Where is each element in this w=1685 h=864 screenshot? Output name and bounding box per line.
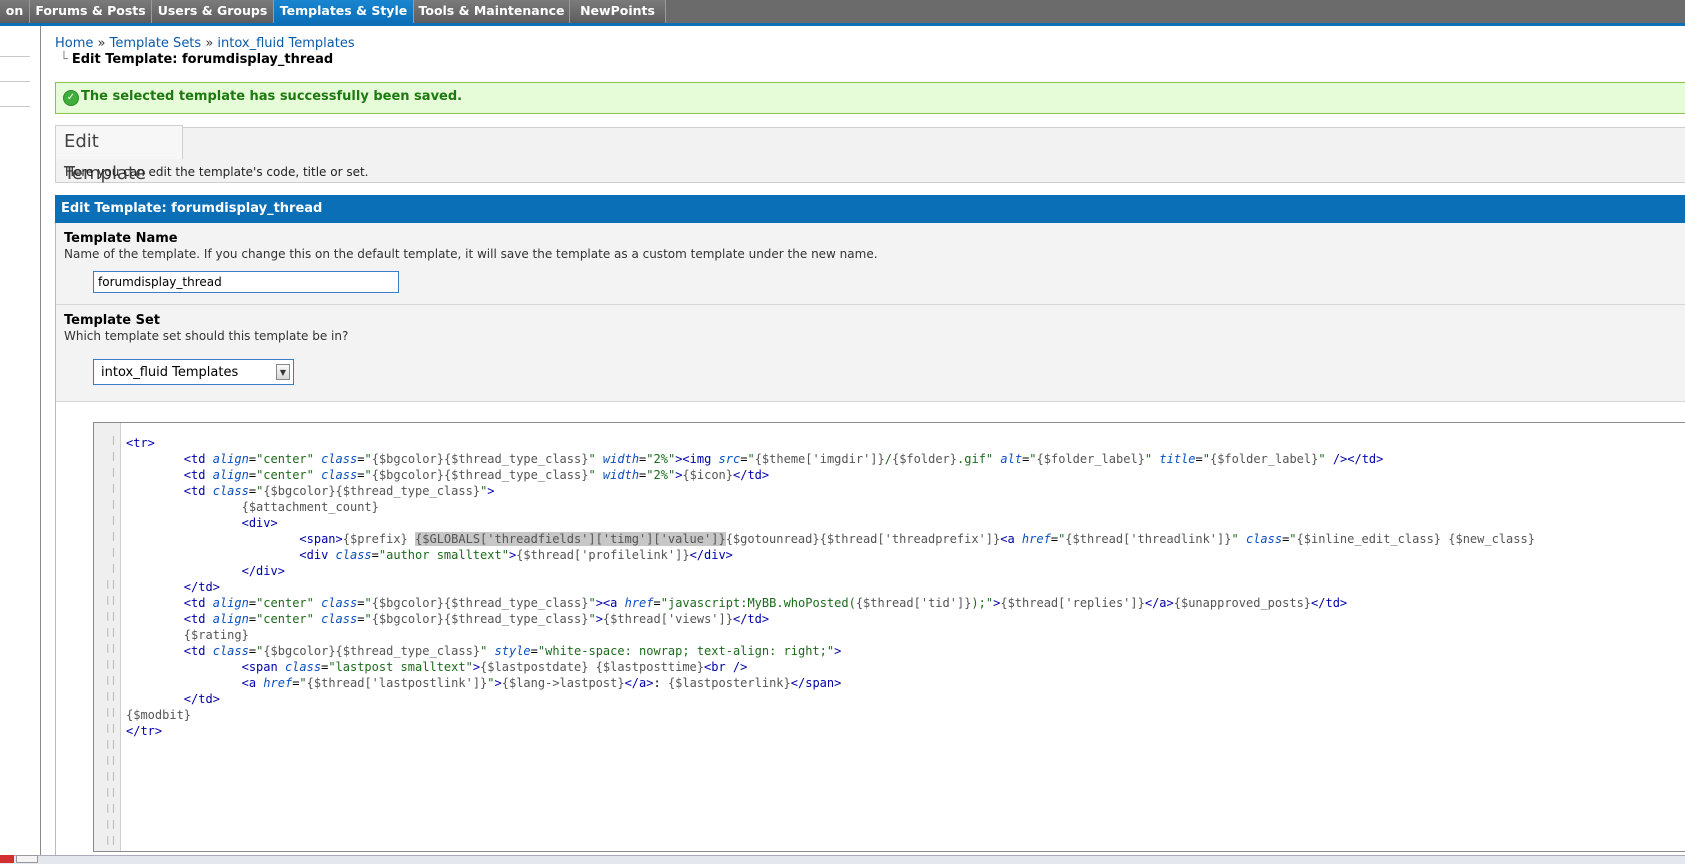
gutter-tick: || — [105, 772, 116, 782]
breadcrumb-separator: » — [93, 36, 110, 51]
template-code-editor[interactable]: | | | | | | | | | || || || || || || || |… — [93, 422, 1685, 852]
code-line: <span class="lastpost smalltext">{$lastp… — [241, 660, 748, 674]
code-line: {$modbit} — [126, 708, 192, 722]
breadcrumb-template-group[interactable]: intox_fluid Templates — [217, 36, 354, 51]
gutter-tick: || — [105, 724, 116, 734]
gutter-tick: || — [105, 580, 116, 590]
gutter-tick: || — [105, 596, 116, 606]
chevron-down-icon[interactable]: ▼ — [276, 364, 290, 380]
code-line: {$rating} — [183, 628, 249, 642]
tab-newpoints[interactable]: NewPoints — [570, 0, 666, 23]
breadcrumb-home[interactable]: Home — [55, 36, 93, 51]
template-set-row: Template Set Which template set should t… — [56, 305, 1685, 402]
code-line: <td align="center" class="{$bgcolor}{$th… — [183, 612, 770, 626]
taskbar-item[interactable] — [0, 855, 14, 863]
code-line: <td align="center" class="{$bgcolor}{$th… — [183, 596, 1348, 610]
template-set-value: intox_fluid Templates — [101, 365, 239, 380]
code-line: <tr> — [126, 436, 155, 450]
gutter-tick: || — [105, 804, 116, 814]
code-line: <td align="center" class="{$bgcolor}{$th… — [183, 452, 1384, 466]
breadcrumb-separator: » — [201, 36, 218, 51]
tab-forums-posts[interactable]: Forums & Posts — [30, 0, 152, 23]
gutter-tick: | — [110, 452, 116, 462]
gutter-tick: | — [110, 436, 116, 446]
tree-branch-icon: └ — [60, 52, 68, 67]
gutter-tick: || — [105, 788, 116, 798]
success-message: ✓ The selected template has successfully… — [55, 82, 1685, 114]
gutter-tick: || — [105, 836, 116, 846]
tab-tools-maintenance[interactable]: Tools & Maintenance — [414, 0, 570, 23]
sidebar-divider — [0, 56, 30, 57]
gutter-tick: || — [105, 820, 116, 830]
page-description: Here you can edit the template's code, t… — [65, 165, 369, 179]
success-text: The selected template has successfully b… — [81, 89, 463, 104]
template-name-label: Template Name — [64, 231, 178, 246]
top-navigation: on Forums & Posts Users & Groups Templat… — [0, 0, 1685, 26]
template-name-description: Name of the template. If you change this… — [64, 247, 878, 261]
gutter-tick: | — [110, 548, 116, 558]
left-sidebar — [0, 26, 41, 856]
code-line: <td class="{$bgcolor}{$thread_type_class… — [183, 484, 495, 498]
gutter-tick: || — [105, 628, 116, 638]
page-title: Edit Template — [55, 125, 183, 184]
tab-users-groups[interactable]: Users & Groups — [152, 0, 274, 23]
code-line: <span>{$prefix} {$GLOBALS['threadfields'… — [299, 532, 1535, 546]
breadcrumb-current-label: Edit Template: forumdisplay_thread — [71, 52, 334, 67]
gutter-tick: | — [110, 564, 116, 574]
gutter-tick: || — [105, 644, 116, 654]
code-line: <td class="{$bgcolor}{$thread_type_class… — [183, 644, 842, 658]
tab-home[interactable]: on — [0, 0, 30, 23]
code-line: <td align="center" class="{$bgcolor}{$th… — [183, 468, 770, 482]
template-set-description: Which template set should this template … — [64, 329, 349, 343]
gutter-tick: || — [105, 660, 116, 670]
form-header: Edit Template: forumdisplay_thread — [55, 195, 1685, 223]
breadcrumb-current: └ Edit Template: forumdisplay_thread — [60, 52, 333, 67]
gutter-tick: | — [110, 516, 116, 526]
gutter-tick: | — [110, 500, 116, 510]
line-number-gutter: | | | | | | | | | || || || || || || || |… — [94, 423, 121, 851]
check-circle-icon: ✓ — [63, 90, 79, 106]
gutter-tick: | — [110, 532, 116, 542]
breadcrumb: Home » Template Sets » intox_fluid Templ… — [55, 36, 355, 52]
sidebar-divider — [0, 106, 30, 107]
taskbar-item[interactable] — [16, 855, 38, 863]
code-line: </div> — [241, 564, 285, 578]
template-set-select[interactable]: intox_fluid Templates ▼ — [93, 359, 294, 385]
code-line: </td> — [183, 580, 220, 594]
template-code[interactable]: <tr> <td align="center" class="{$bgcolor… — [126, 435, 1535, 739]
tab-templates-style[interactable]: Templates & Style — [274, 0, 414, 23]
code-line: <a href="{$thread['lastpostlink']}">{$la… — [241, 676, 842, 690]
gutter-tick: || — [105, 676, 116, 686]
breadcrumb-template-sets[interactable]: Template Sets — [110, 36, 202, 51]
gutter-tick: | — [110, 468, 116, 478]
code-line: {$attachment_count} — [241, 500, 379, 514]
code-line: <div> — [241, 516, 278, 530]
gutter-tick: || — [105, 708, 116, 718]
code-line: <div class="author smalltext">{$thread['… — [299, 548, 733, 562]
code-line: </tr> — [126, 724, 163, 738]
code-line: </td> — [183, 692, 220, 706]
gutter-tick: || — [105, 740, 116, 750]
gutter-tick: || — [105, 692, 116, 702]
gutter-tick: | — [110, 484, 116, 494]
gutter-tick: || — [105, 756, 116, 766]
template-set-label: Template Set — [64, 313, 160, 328]
template-name-input[interactable] — [93, 271, 399, 293]
sidebar-divider — [0, 81, 30, 82]
gutter-tick: || — [105, 612, 116, 622]
